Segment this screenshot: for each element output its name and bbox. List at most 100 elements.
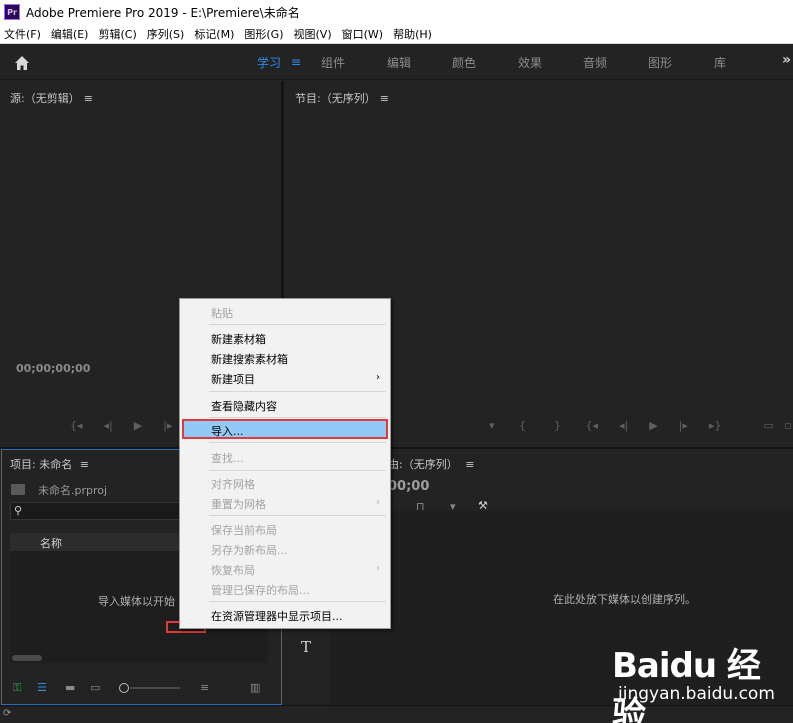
timeline-panel-title-text: 由:（无序列）	[388, 458, 458, 471]
menu-separator	[209, 324, 386, 325]
prev-frame-icon[interactable]: ◂|	[104, 419, 113, 432]
workspace-tab-graphics[interactable]: 图形	[648, 54, 672, 71]
workspace-tab-color[interactable]: 颜色	[452, 54, 476, 71]
zoom-slider-track[interactable]	[130, 687, 180, 689]
menu-item-new-search-bin[interactable]: 新建搜索素材箱	[211, 351, 288, 367]
menu-file[interactable]: 文件(F)	[0, 26, 47, 42]
export-frame-icon[interactable]: ▫	[784, 419, 791, 432]
workspace-menu-icon[interactable]: ≡	[291, 55, 301, 69]
zoom-slider-handle[interactable]	[119, 683, 129, 693]
play-icon[interactable]: ▶	[134, 419, 142, 432]
menu-graphics[interactable]: 图形(G)	[240, 26, 289, 42]
panel-menu-icon[interactable]: ≡	[462, 458, 474, 471]
menu-item-new-item[interactable]: 新建项目	[211, 371, 255, 387]
home-icon[interactable]	[13, 54, 31, 72]
menu-window[interactable]: 窗口(W)	[338, 26, 389, 42]
program-panel-title[interactable]: 节目:（无序列） ≡	[295, 90, 389, 106]
menu-separator	[209, 601, 386, 602]
menu-item-manage-layouts[interactable]: 管理已保存的布局...	[211, 582, 310, 598]
submenu-arrow-icon: ›	[376, 372, 380, 383]
menu-clip[interactable]: 剪辑(C)	[94, 26, 142, 42]
title-bar: Pr Adobe Premiere Pro 2019 - E:\Premiere…	[0, 0, 793, 24]
menu-item-view-hidden[interactable]: 查看隐藏内容	[211, 398, 277, 414]
go-to-out-icon[interactable]: ▸}	[709, 419, 722, 432]
program-transport-controls: ▾ { } {◂ ◂| ▶ |▸ ▸} ▭ ▫	[489, 419, 792, 432]
timeline-timecode[interactable]: 00;00	[388, 479, 429, 494]
menu-item-restore-layout[interactable]: 恢复布局	[211, 562, 255, 578]
next-frame-icon[interactable]: |▸	[163, 419, 172, 432]
freeform-view-icon[interactable]: ▭	[90, 681, 100, 694]
menu-separator	[209, 442, 386, 443]
empty-list-message: 导入媒体以开始	[98, 595, 175, 608]
step-back-icon[interactable]: {◂	[70, 419, 83, 432]
menu-view[interactable]: 视图(V)	[290, 26, 338, 42]
project-file-name: 未命名.prproj	[38, 484, 108, 497]
horizontal-scrollbar[interactable]	[12, 655, 42, 661]
menu-separator	[209, 515, 386, 516]
submenu-arrow-icon: ›	[376, 563, 380, 574]
workspace-bar: 学习 ≡ 组件 编辑 颜色 效果 音频 图形 库 »	[0, 44, 793, 80]
timeline-drop-message: 在此处放下媒体以创建序列。	[553, 593, 696, 606]
workspace-tab-editing[interactable]: 编辑	[387, 54, 411, 71]
menu-item-find[interactable]: 查找...	[211, 450, 244, 466]
prev-frame-icon[interactable]: ◂|	[619, 419, 628, 432]
menu-sequence[interactable]: 序列(S)	[143, 26, 191, 42]
source-timecode[interactable]: 00;00;00;00	[16, 362, 90, 375]
mark-out-icon[interactable]: }	[554, 419, 561, 432]
next-frame-icon[interactable]: |▸	[679, 419, 688, 432]
menu-separator	[209, 391, 386, 392]
search-icon: ⚲	[14, 504, 23, 517]
workspace-tab-libraries[interactable]: 库	[714, 54, 726, 71]
source-panel-title-text: 源:（无剪辑）	[10, 92, 80, 105]
workspace-tab-learning[interactable]: 学习	[257, 54, 281, 71]
submenu-arrow-icon: ›	[376, 497, 380, 508]
workspace-tab-audio[interactable]: 音频	[583, 54, 607, 71]
lift-icon[interactable]: ▭	[763, 419, 773, 432]
wrench-icon[interactable]: ⚒	[478, 499, 488, 512]
menu-bar: 文件(F) 编辑(E) 剪辑(C) 序列(S) 标记(M) 图形(G) 视图(V…	[0, 24, 793, 44]
menu-item-save-as-new-layout[interactable]: 另存为新布局...	[211, 542, 288, 558]
menu-item-new-bin[interactable]: 新建素材箱	[211, 331, 266, 347]
watermark-logo: Baidu 经验	[612, 646, 761, 723]
menu-item-save-layout[interactable]: 保存当前布局	[211, 522, 277, 538]
menu-item-paste[interactable]: 粘贴	[211, 305, 233, 321]
source-transport-controls: {◂ ◂| ▶ |▸	[70, 419, 172, 432]
timeline-panel-title[interactable]: 由:（无序列） ≡	[388, 456, 474, 472]
go-to-in-icon[interactable]: {◂	[585, 419, 598, 432]
workspace-tab-effects[interactable]: 效果	[518, 54, 542, 71]
menu-item-import[interactable]: 导入...	[211, 423, 244, 439]
column-name-header[interactable]: 名称	[40, 535, 62, 551]
type-tool-icon[interactable]: T	[301, 638, 311, 656]
lock-icon[interactable]: ⚿	[13, 681, 21, 695]
source-panel-title[interactable]: 源:（无剪辑） ≡	[10, 90, 93, 106]
menu-item-reveal-in-explorer[interactable]: 在资源管理器中显示项目...	[211, 608, 343, 624]
mark-in-icon[interactable]: {	[519, 419, 526, 432]
folder-icon	[11, 484, 25, 495]
menu-edit[interactable]: 编辑(E)	[47, 26, 95, 42]
search-input[interactable]: ⚲	[10, 502, 182, 520]
workspace-tab-assembly[interactable]: 组件	[321, 54, 345, 71]
project-panel-title-text: 项目: 未命名	[10, 458, 73, 471]
workspace-more-icon[interactable]: »	[782, 52, 791, 68]
automate-to-sequence-icon[interactable]: ▥	[250, 681, 260, 694]
sort-icon[interactable]: ≡	[200, 681, 209, 694]
panel-menu-icon[interactable]: ≡	[76, 458, 89, 471]
menu-separator	[209, 470, 386, 471]
project-panel-title[interactable]: 项目: 未命名 ≡	[10, 456, 89, 472]
snap-icon[interactable]: ⊓	[416, 500, 425, 513]
play-icon[interactable]: ▶	[649, 419, 657, 432]
program-panel-title-text: 节目:（无序列）	[295, 92, 376, 105]
menu-item-align-to-grid[interactable]: 对齐网格	[211, 476, 255, 492]
menu-help[interactable]: 帮助(H)	[389, 26, 438, 42]
menu-marker[interactable]: 标记(M)	[190, 26, 240, 42]
add-marker-icon[interactable]: ▾	[489, 419, 495, 432]
window-title: Adobe Premiere Pro 2019 - E:\Premiere\未命…	[26, 5, 300, 20]
premiere-app-icon: Pr	[4, 4, 20, 20]
panel-menu-icon[interactable]: ≡	[380, 92, 389, 105]
icon-view-icon[interactable]: ▬	[65, 681, 75, 694]
menu-item-reset-to-grid[interactable]: 重置为网格	[211, 496, 266, 512]
baidu-jingyan-watermark: Baidu 经验 jingyan.baidu.com	[612, 636, 790, 723]
panel-menu-icon[interactable]: ≡	[84, 92, 93, 105]
marker-icon[interactable]: ▾	[450, 500, 456, 513]
list-view-icon[interactable]: ☰	[37, 681, 47, 694]
